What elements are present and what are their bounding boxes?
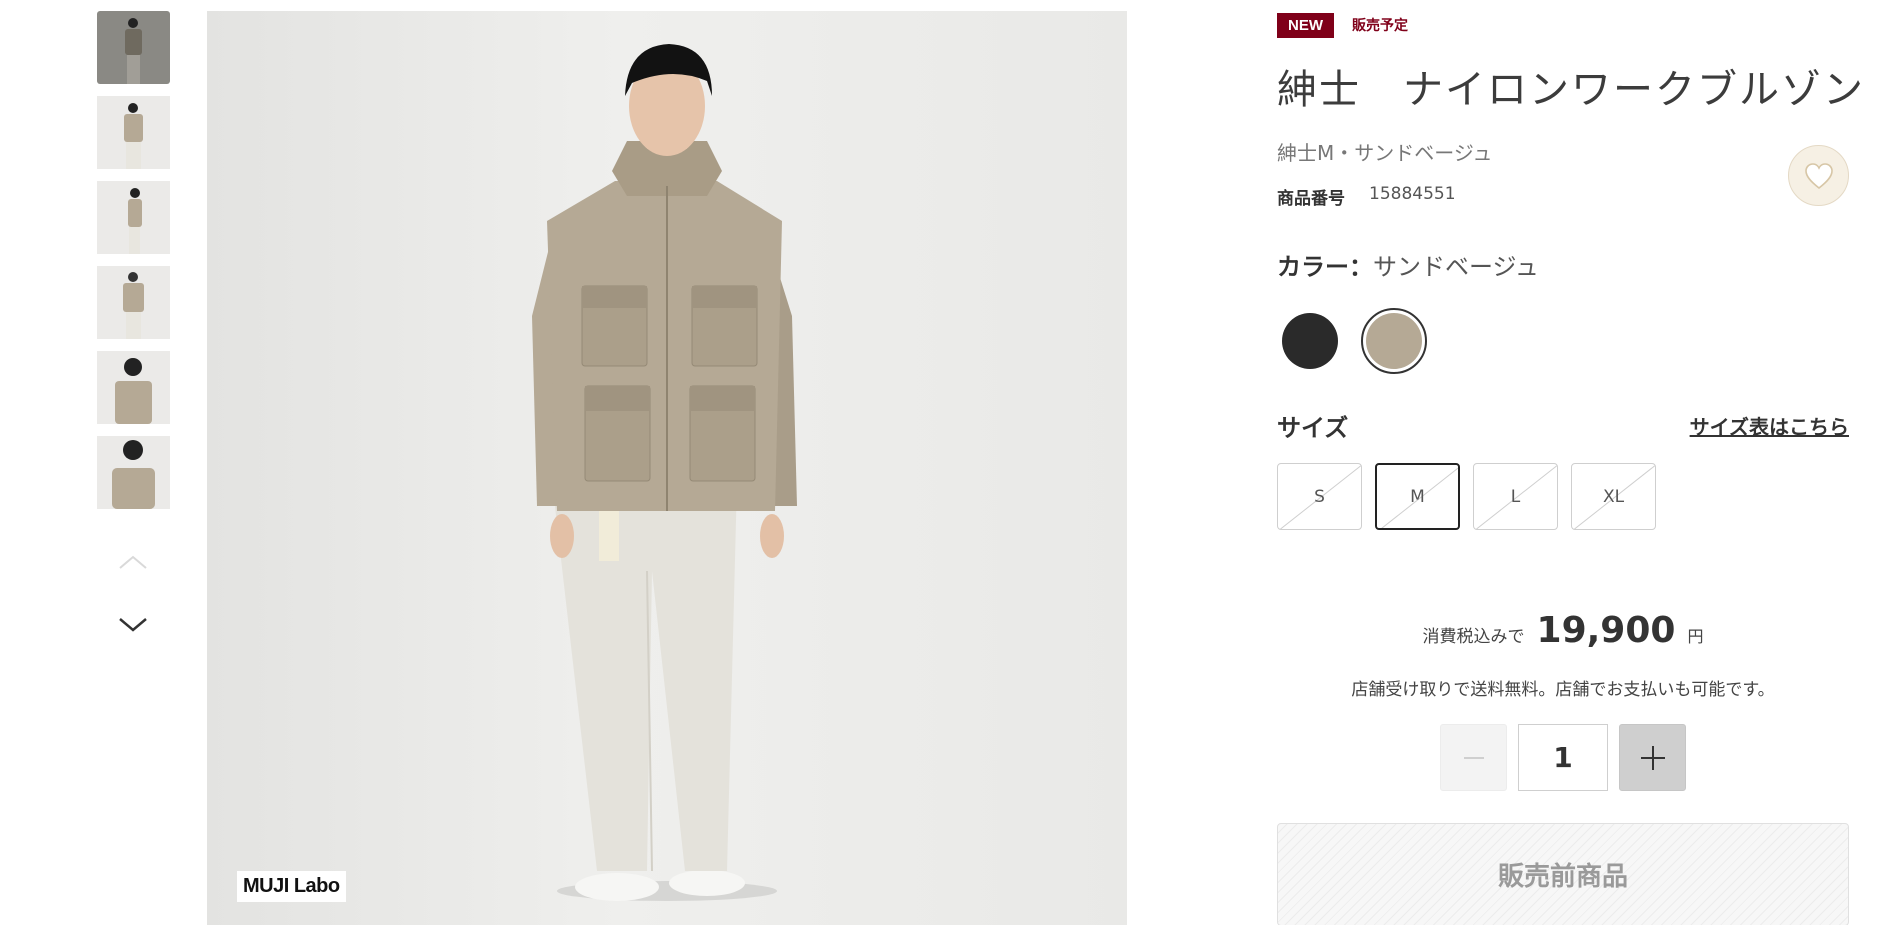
thumbnail-image: [124, 103, 143, 169]
plus-icon: [1640, 745, 1665, 770]
quantity-decrease-button[interactable]: [1440, 724, 1507, 791]
chevron-up-icon: [119, 555, 147, 569]
swatch-color-fill: [1282, 313, 1338, 369]
thumbnail-image: [125, 18, 142, 84]
swatch-black[interactable]: [1277, 308, 1343, 374]
badge-row: NEW 販売予定: [1277, 11, 1849, 39]
size-label: サイズ: [1277, 414, 1349, 442]
model-photo: [532, 44, 797, 901]
thumbnail-3[interactable]: [97, 181, 170, 254]
color-label: カラー：: [1277, 253, 1373, 281]
size-option-label: L: [1510, 486, 1521, 507]
product-title: 紳士 ナイロンワークブルゾン: [1277, 67, 1865, 113]
main-product-image: MUJI Labo: [207, 11, 1127, 925]
product-code-label: 商品番号: [1277, 189, 1345, 209]
thumbnail-5[interactable]: [97, 351, 170, 424]
thumbnail-scroll-up-button[interactable]: [115, 547, 151, 577]
shipping-note: 店舗受け取りで送料無料。店舗でお支払いも可能です。: [1351, 680, 1775, 700]
thumbnail-image: [128, 188, 142, 254]
size-chart-link[interactable]: サイズ表はこちら: [1690, 411, 1849, 440]
quantity-input[interactable]: [1518, 724, 1608, 791]
heart-icon: [1804, 162, 1833, 189]
favorite-button[interactable]: [1788, 145, 1849, 206]
new-badge: NEW: [1277, 12, 1334, 38]
size-option-label: XL: [1602, 486, 1625, 507]
size-option-xl[interactable]: XL: [1571, 463, 1656, 530]
thumbnail-image: [115, 358, 152, 424]
color-row: カラー：サンドベージュ: [1277, 247, 1849, 282]
thumbnail-image: [123, 272, 144, 339]
swatch-color-fill: [1366, 313, 1422, 369]
brand-logo: MUJI Labo: [237, 871, 346, 902]
thumbnail-2[interactable]: [97, 96, 170, 169]
product-code-row: 商品番号 15884551: [1277, 184, 1849, 209]
size-option-l[interactable]: L: [1473, 463, 1558, 530]
product-code-value: 15884551: [1369, 184, 1456, 204]
color-swatches: [1277, 308, 1849, 374]
price-unit: 円: [1687, 627, 1704, 646]
size-option-s[interactable]: S: [1277, 463, 1362, 530]
chevron-down-icon: [119, 618, 147, 632]
thumbnail-1[interactable]: [97, 11, 170, 84]
thumbnail-scroll-down-button[interactable]: [115, 610, 151, 640]
pre-sale-button[interactable]: 販売前商品: [1277, 823, 1849, 925]
quantity-increase-button[interactable]: [1619, 724, 1686, 791]
thumbnail-6[interactable]: [97, 436, 170, 509]
size-option-label: M: [1410, 486, 1425, 507]
size-header: サイズ サイズ表はこちら: [1277, 408, 1849, 443]
size-option-label: S: [1314, 486, 1325, 507]
color-selected-value: サンドベージュ: [1373, 253, 1539, 281]
thumbnail-list: [97, 11, 170, 521]
status-badge: 販売予定: [1352, 18, 1408, 34]
thumbnail-image: [112, 440, 155, 509]
size-option-m[interactable]: M: [1375, 463, 1460, 530]
price-value: 19,900: [1536, 610, 1676, 651]
quantity-stepper: [1277, 724, 1849, 791]
size-options: S M L XL: [1277, 463, 1849, 530]
price-row: 消費税込みで 19,900 円: [1277, 610, 1849, 651]
swatch-sand-beige[interactable]: [1361, 308, 1427, 374]
thumbnail-4[interactable]: [97, 266, 170, 339]
product-subtitle: 紳士M・サンドベージュ: [1277, 141, 1493, 165]
product-info-panel: NEW 販売予定 紳士 ナイロンワークブルゾン 紳士M・サンドベージュ 商品番号…: [1277, 11, 1865, 925]
price-label: 消費税込みで: [1422, 627, 1525, 647]
minus-icon: [1463, 756, 1484, 759]
